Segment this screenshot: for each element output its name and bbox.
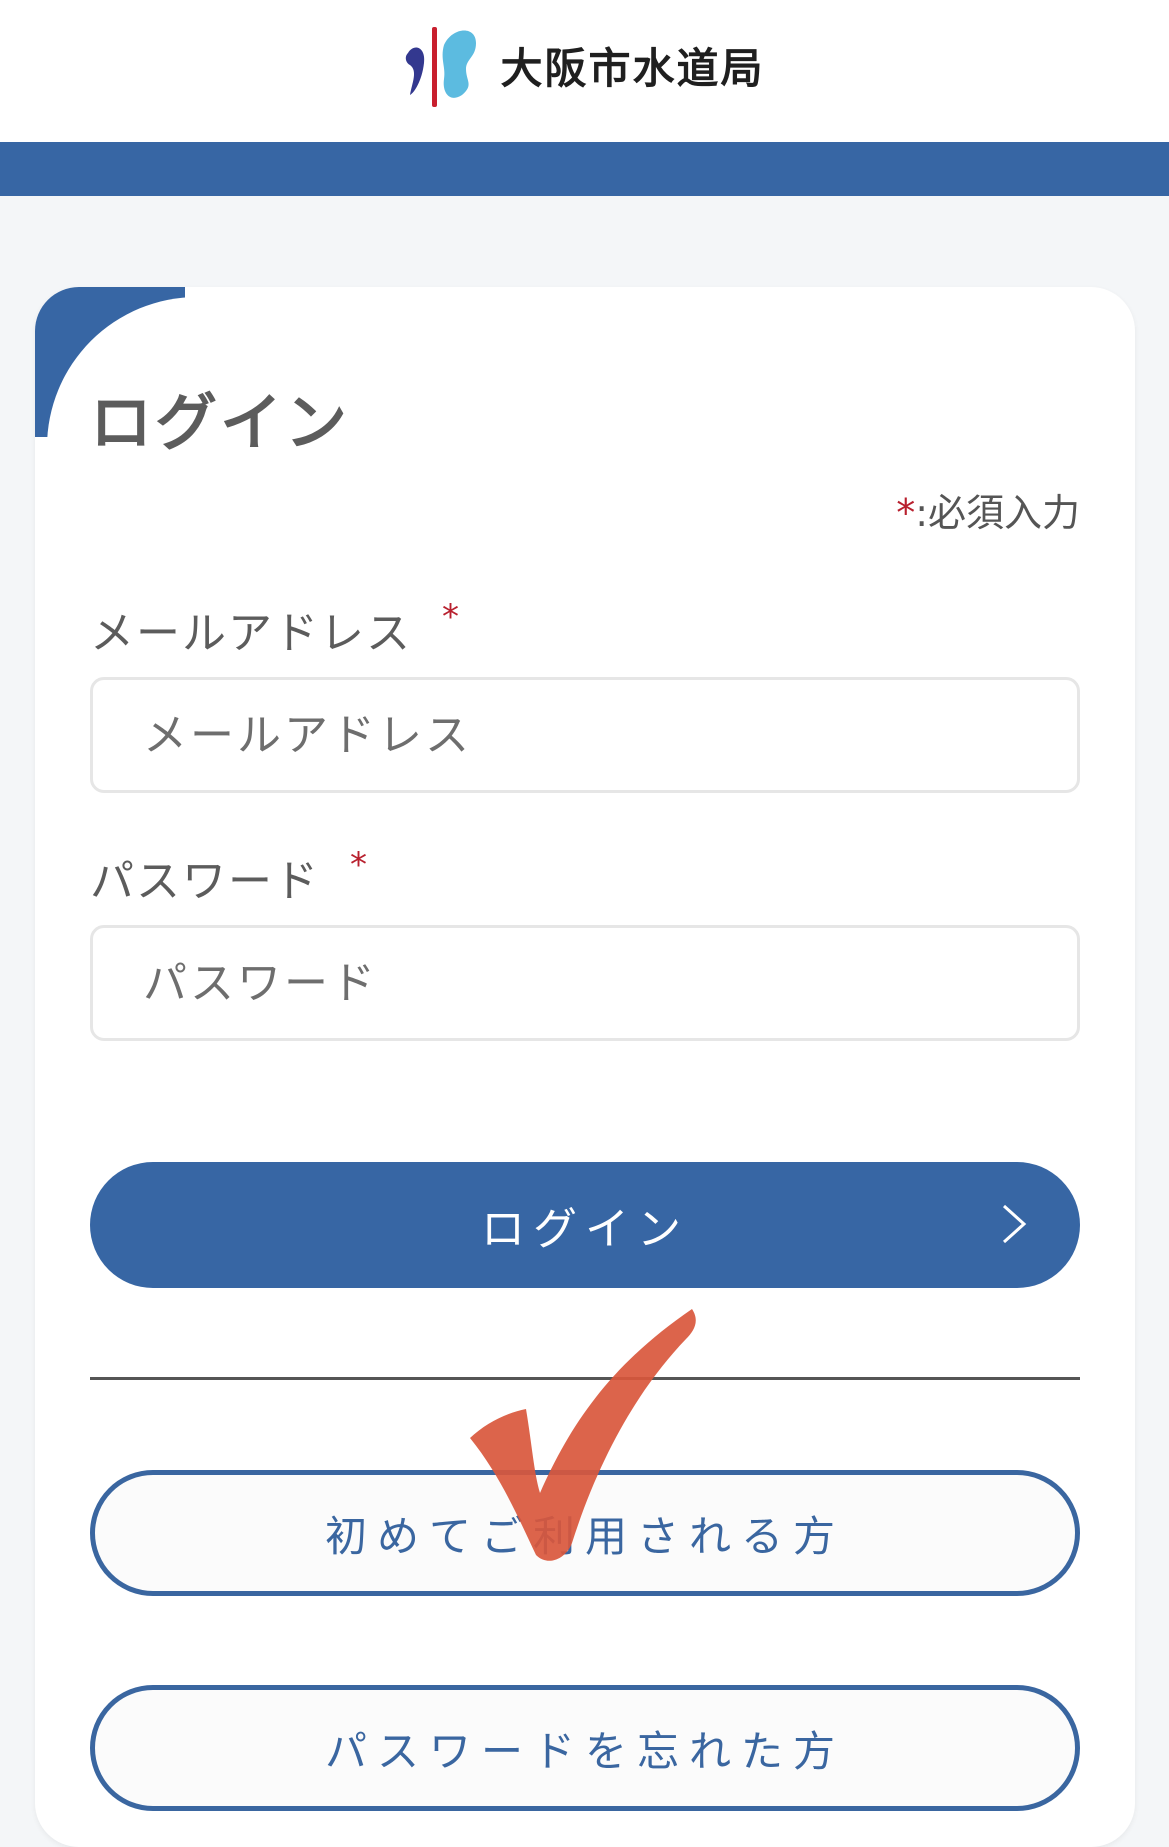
password-label-text: パスワード — [90, 856, 320, 907]
required-note-text: :必須入力 — [915, 491, 1080, 535]
first-time-user-label: 初めてご利用される方 — [324, 1511, 845, 1561]
chevron-right-icon — [1002, 1204, 1027, 1244]
email-required-marker: * — [442, 597, 461, 637]
first-time-user-button[interactable]: 初めてご利用される方 — [90, 1470, 1080, 1596]
password-field[interactable] — [90, 925, 1080, 1041]
password-label: パスワード * — [90, 845, 369, 909]
login-button[interactable]: ログイン — [90, 1162, 1080, 1288]
email-label-text: メールアドレス — [90, 608, 412, 659]
page-title: ログイン — [90, 386, 351, 459]
header-band — [0, 142, 1169, 196]
forgot-password-button[interactable]: パスワードを忘れた方 — [90, 1685, 1080, 1811]
password-required-marker: * — [350, 845, 369, 885]
email-field[interactable] — [90, 677, 1080, 793]
login-card: ログイン *:必須入力 メールアドレス* パスワード* ログイン 初めてご利用さ… — [35, 287, 1135, 1847]
login-button-label: ログイン — [481, 1204, 689, 1255]
required-note: *:必須入力 — [896, 482, 1080, 537]
email-label: メールアドレス * — [90, 597, 461, 661]
login-form: ログイン *:必須入力 メールアドレス* パスワード* ログイン 初めてご利用さ… — [90, 287, 1080, 1847]
waterworks-logo-icon — [406, 27, 477, 107]
required-marker: * — [896, 491, 916, 535]
brand-name: 大阪市水道局 — [500, 43, 765, 93]
forgot-password-label: パスワードを忘れた方 — [324, 1726, 845, 1776]
divider — [90, 1377, 1080, 1380]
site-header: 大阪市水道局 — [0, 0, 1169, 142]
brand[interactable]: 大阪市水道局 — [404, 23, 764, 107]
